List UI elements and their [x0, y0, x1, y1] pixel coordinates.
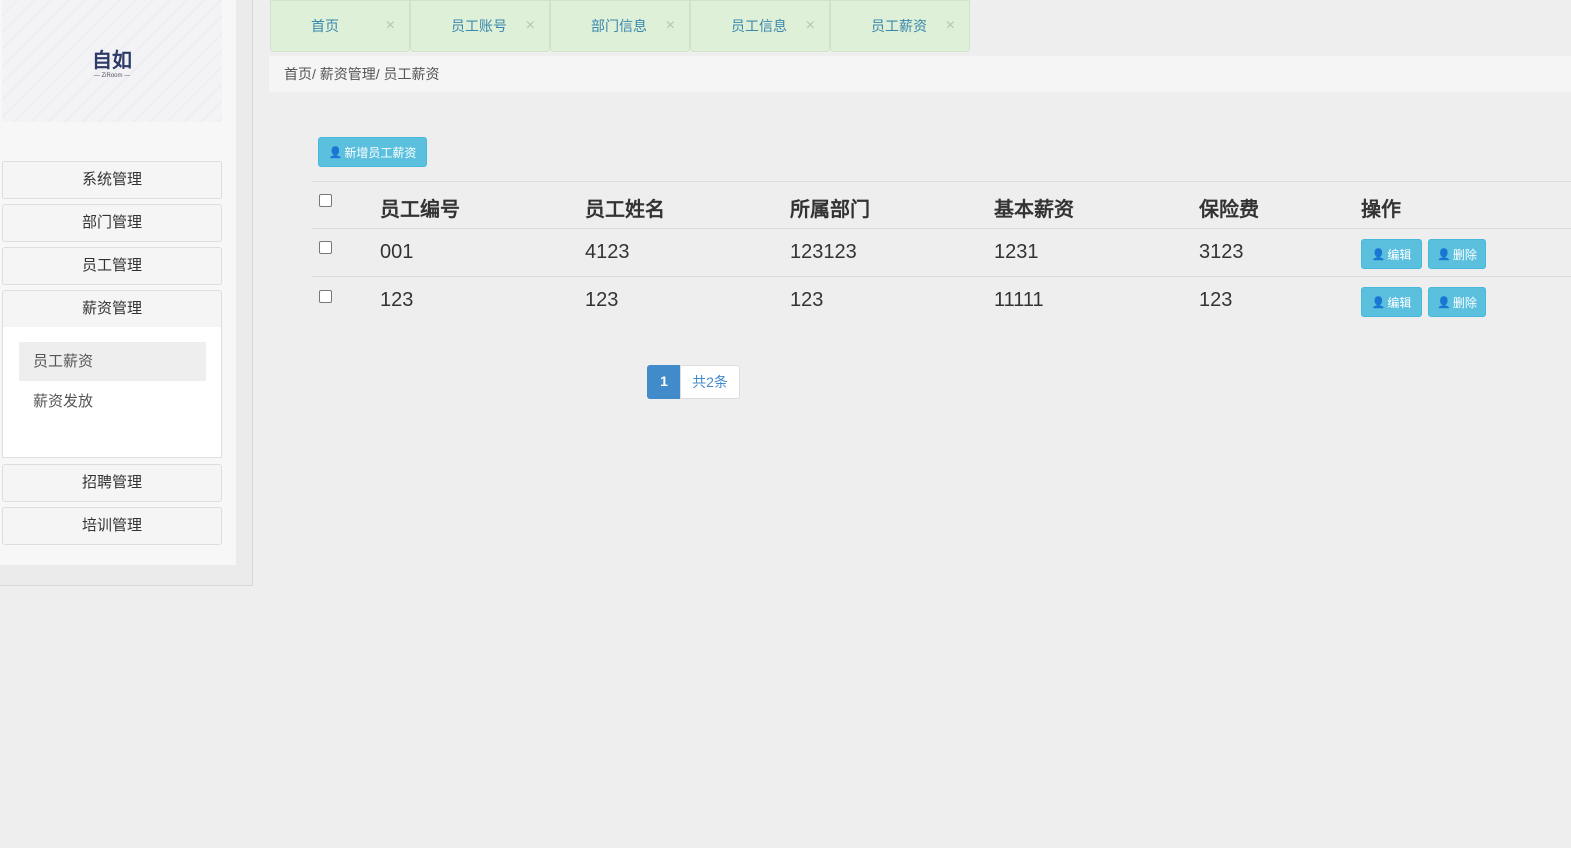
- submenu-employee-salary[interactable]: 员工薪资: [19, 342, 206, 381]
- menu-system[interactable]: 系统管理: [2, 161, 222, 199]
- close-icon[interactable]: ×: [806, 1, 815, 51]
- close-icon[interactable]: ×: [666, 1, 675, 51]
- cell-insurance: 123: [1199, 289, 1233, 311]
- cell-base-salary: 11111: [994, 289, 1044, 311]
- select-all-checkbox[interactable]: [319, 194, 332, 207]
- table-row: 001 4123 123123 1231 3123 👤 编辑 👤 删除: [312, 228, 1571, 277]
- user-icon: 👤: [1371, 248, 1386, 261]
- edit-button[interactable]: 👤 编辑: [1361, 239, 1422, 269]
- cell-insurance: 3123: [1199, 241, 1244, 263]
- tab-label: 首页: [311, 18, 339, 34]
- tab-department-info[interactable]: 部门信息 ×: [550, 0, 690, 52]
- cell-base-salary: 1231: [994, 241, 1039, 263]
- cell-id: 123: [380, 289, 414, 311]
- header-name: 员工姓名: [585, 199, 665, 221]
- edit-button[interactable]: 👤 编辑: [1361, 287, 1422, 317]
- menu-employee[interactable]: 员工管理: [2, 247, 222, 285]
- cell-dept: 123: [790, 289, 824, 311]
- delete-label: 删除: [1452, 247, 1477, 262]
- user-icon: 👤: [1371, 296, 1386, 309]
- logo-text: 自如: [92, 49, 132, 72]
- menu-department[interactable]: 部门管理: [2, 204, 222, 242]
- cell-name: 4123: [585, 241, 630, 263]
- menu-training[interactable]: 培训管理: [2, 507, 222, 545]
- menu-salary[interactable]: 薪资管理: [2, 290, 222, 328]
- tab-employee-info[interactable]: 员工信息 ×: [690, 0, 830, 52]
- breadcrumb: 首页/ 薪资管理/ 员工薪资: [269, 56, 1571, 92]
- menu-recruitment[interactable]: 招聘管理: [2, 464, 222, 502]
- delete-label: 删除: [1452, 295, 1477, 310]
- sidebar-inner: 自如 — ZiRoom — 系统管理 部门管理 员工管理 薪资管理 员工薪资 薪…: [0, 0, 236, 565]
- tab-employee-account[interactable]: 员工账号 ×: [410, 0, 550, 52]
- submenu-salary-payment[interactable]: 薪资发放: [19, 382, 206, 421]
- header-base-salary: 基本薪资: [994, 199, 1074, 221]
- delete-button[interactable]: 👤 删除: [1428, 287, 1486, 317]
- logo-subtext: — ZiRoom —: [93, 72, 131, 79]
- header-dept: 所属部门: [790, 199, 870, 221]
- row-checkbox[interactable]: [319, 290, 332, 303]
- salary-submenu: 员工薪资 薪资发放: [2, 327, 222, 458]
- add-salary-button[interactable]: 👤 新增员工薪资: [318, 137, 427, 167]
- cell-dept: 123123: [790, 241, 857, 263]
- tab-label: 员工信息: [731, 18, 787, 34]
- table-header: 员工编号 员工姓名 所属部门 基本薪资 保险费 操作: [312, 181, 1571, 228]
- close-icon[interactable]: ×: [946, 1, 955, 51]
- cell-name: 123: [585, 289, 619, 311]
- header-id: 员工编号: [380, 199, 460, 221]
- tab-label: 员工薪资: [871, 18, 927, 34]
- pagination-total: 共2条: [680, 365, 740, 399]
- edit-label: 编辑: [1387, 247, 1412, 262]
- edit-label: 编辑: [1387, 295, 1412, 310]
- cell-id: 001: [380, 241, 414, 263]
- logo: 自如 — ZiRoom —: [2, 0, 222, 122]
- close-icon[interactable]: ×: [386, 1, 395, 51]
- row-checkbox[interactable]: [319, 241, 332, 254]
- user-icon: 👤: [328, 146, 343, 159]
- tab-bar: 首页 × 员工账号 × 部门信息 × 员工信息 × 员工薪资 ×: [270, 0, 970, 52]
- header-actions: 操作: [1361, 199, 1401, 221]
- tab-label: 部门信息: [591, 18, 647, 34]
- header-insurance: 保险费: [1199, 199, 1259, 221]
- sidebar: 自如 — ZiRoom — 系统管理 部门管理 员工管理 薪资管理 员工薪资 薪…: [0, 0, 253, 586]
- user-icon: 👤: [1437, 296, 1451, 309]
- tab-home[interactable]: 首页 ×: [270, 0, 410, 52]
- page-1-button[interactable]: 1: [647, 365, 681, 399]
- delete-button[interactable]: 👤 删除: [1428, 239, 1486, 269]
- close-icon[interactable]: ×: [526, 1, 535, 51]
- tab-label: 员工账号: [451, 18, 507, 34]
- add-label: 新增员工薪资: [344, 145, 417, 160]
- table-row: 123 123 123 11111 123 👤 编辑 👤 删除: [312, 276, 1571, 325]
- tab-employee-salary[interactable]: 员工薪资 ×: [830, 0, 970, 52]
- user-icon: 👤: [1437, 248, 1451, 261]
